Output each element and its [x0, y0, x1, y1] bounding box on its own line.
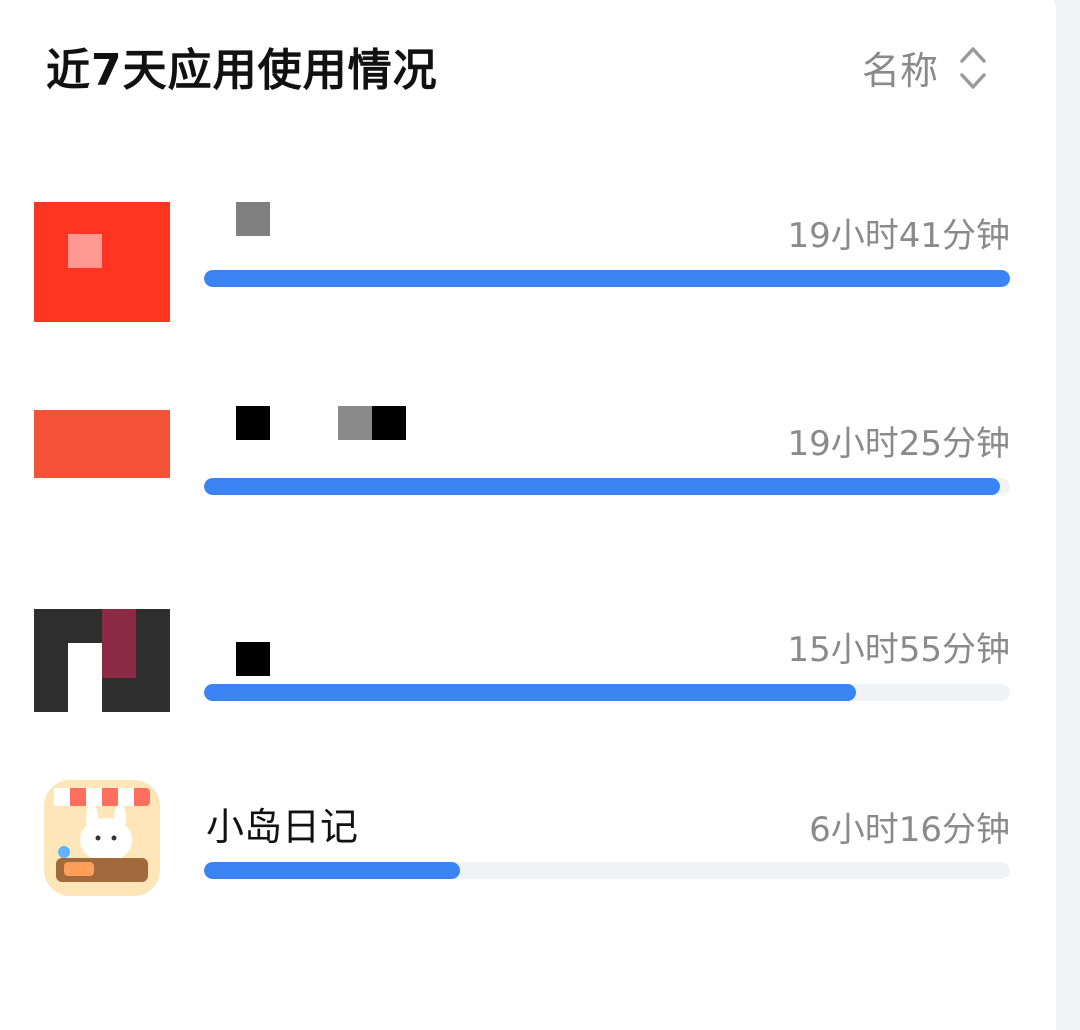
usage-bar	[204, 862, 1010, 879]
app-icon	[34, 609, 170, 712]
usage-card: 近7天应用使用情况 名称 19小时41分钟 19小时25分钟 15小时55分钟 …	[0, 0, 1056, 1030]
redaction-mark	[372, 406, 406, 440]
usage-bar-fill	[204, 478, 1000, 495]
usage-bar-fill	[204, 684, 857, 701]
sort-toggle[interactable]: 名称	[862, 40, 988, 95]
redaction-mark	[236, 406, 270, 440]
usage-bar	[204, 684, 1010, 701]
usage-bar-fill	[204, 270, 1010, 287]
usage-bar	[204, 478, 1010, 495]
redaction-mark	[236, 202, 270, 236]
app-icon	[34, 202, 170, 322]
usage-duration: 19小时25分钟	[787, 424, 1010, 464]
page-title: 近7天应用使用情况	[46, 45, 438, 96]
sort-arrows-icon	[960, 46, 986, 89]
sort-label: 名称	[861, 49, 938, 93]
usage-duration: 6小时16分钟	[809, 810, 1010, 850]
list-item[interactable]: 19小时41分钟	[0, 198, 1056, 328]
list-item[interactable]: 小岛日记 6小时16分钟	[0, 780, 1056, 948]
list-item[interactable]: 15小时55分钟	[0, 609, 1056, 742]
app-icon-xiaodao-riji	[44, 780, 160, 896]
usage-duration: 15小时55分钟	[787, 630, 1010, 670]
list-item[interactable]: 19小时25分钟	[0, 406, 1056, 536]
redaction-mark	[338, 406, 372, 440]
usage-duration: 19小时41分钟	[787, 216, 1010, 256]
app-icon	[34, 410, 170, 478]
redaction-mark	[236, 642, 270, 676]
usage-bar-fill	[204, 862, 461, 879]
usage-bar	[204, 270, 1010, 287]
app-name: 小岛日记	[206, 805, 359, 849]
